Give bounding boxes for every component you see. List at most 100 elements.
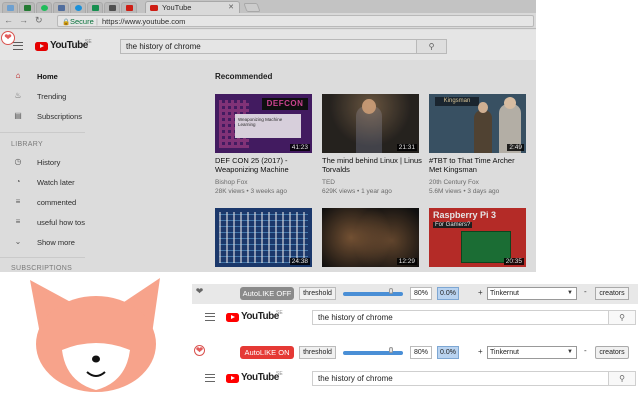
search-button[interactable]: ⚲ xyxy=(417,39,447,54)
video-channel[interactable]: TED xyxy=(322,179,422,187)
new-tab-button[interactable] xyxy=(243,3,261,12)
reload-icon[interactable]: ↻ xyxy=(35,15,43,26)
search-input[interactable]: the history of chrome xyxy=(312,371,609,386)
pinned-tab[interactable] xyxy=(19,2,35,13)
channel-select[interactable]: Tinkernut ▼ xyxy=(487,346,577,359)
tab-favicon xyxy=(24,5,31,11)
autolike-toggle-button[interactable]: AutoLIKE OFF xyxy=(240,287,294,300)
sidebar-item-label: commented xyxy=(37,198,77,207)
sidebar-item-watch-later[interactable]: ◔ Watch later xyxy=(0,175,85,191)
video-channel[interactable]: 20th Century Fox xyxy=(429,179,529,187)
forward-icon[interactable]: → xyxy=(19,15,28,25)
youtube-logo[interactable]: YouTube SE xyxy=(226,371,296,385)
channel-select-value: Tinkernut xyxy=(490,290,519,297)
search-icon: ⚲ xyxy=(619,313,625,322)
heart-icon[interactable]: ❤ xyxy=(194,345,205,356)
fox-mascot xyxy=(30,278,160,392)
logo-country: SE xyxy=(276,371,283,377)
slider-knob[interactable] xyxy=(389,288,393,294)
video-duration: 21:31 xyxy=(396,144,417,151)
browser-toolbar: ← → ↻ 🔒 Secure | https://www.youtube.com xyxy=(0,13,536,29)
library-heading: LIBRARY xyxy=(11,141,43,148)
thumbnail-art xyxy=(504,97,516,109)
creators-button[interactable]: creators xyxy=(595,346,629,359)
history-icon: ◷ xyxy=(14,157,22,166)
youtube-logo[interactable]: YouTube SE xyxy=(35,39,105,53)
threshold-label: threshold xyxy=(299,346,336,359)
menu-icon[interactable] xyxy=(205,313,215,321)
heart-icon[interactable]: ❤ xyxy=(194,286,205,297)
video-stats: 28K views • 3 weeks ago xyxy=(215,188,288,195)
video-thumbnail[interactable]: DEFCON Weaponizing Machine Learning 41:2… xyxy=(215,94,312,153)
caret-down-icon: ▼ xyxy=(567,349,573,355)
threshold-slider[interactable] xyxy=(343,347,403,355)
pinned-tab[interactable] xyxy=(70,2,86,13)
pinned-tab[interactable] xyxy=(104,2,120,13)
home-icon: ⌂ xyxy=(15,71,21,80)
pinned-tab[interactable] xyxy=(87,2,103,13)
slider-knob[interactable] xyxy=(389,347,393,353)
search-button[interactable]: ⚲ xyxy=(609,310,636,325)
video-channel[interactable]: Bishop Fox xyxy=(215,179,315,187)
youtube-play-icon xyxy=(226,313,239,322)
back-icon[interactable]: ← xyxy=(4,15,13,25)
video-title[interactable]: The mind behind Linux | Linus Torvalds xyxy=(322,156,422,174)
video-thumbnail[interactable]: 21:31 xyxy=(322,94,419,153)
sidebar-item-label: Home xyxy=(37,72,58,81)
video-duration: 12:29 xyxy=(396,258,417,265)
tab-favicon xyxy=(109,5,116,11)
thumbnail-text: For Gamers? xyxy=(433,222,473,228)
separator: - xyxy=(584,287,587,296)
sidebar-item-commented[interactable]: ≡ commented xyxy=(0,195,85,211)
close-icon[interactable]: ✕ xyxy=(228,3,234,11)
thumbnail-text: Kingsman xyxy=(435,97,479,106)
video-title[interactable]: DEF CON 25 (2017) - Weaponizing Machine xyxy=(215,156,315,174)
youtube-sidebar: ⌂ Home ♨ Trending ▤ Subscriptions LIBRAR… xyxy=(0,60,85,272)
recommended-feed: Recommended DEFCON Weaponizing Machine L… xyxy=(85,60,536,272)
channel-select[interactable]: Tinkernut ▼ xyxy=(487,287,577,300)
video-duration: 24:38 xyxy=(289,258,310,265)
sidebar-item-history[interactable]: ◷ History xyxy=(0,155,85,171)
secure-label: Secure xyxy=(70,17,94,26)
search-button[interactable]: ⚲ xyxy=(609,371,636,386)
sidebar-item-useful-how-tos[interactable]: ≡ useful how tos xyxy=(0,215,85,231)
video-stats: 5.6M views • 3 days ago xyxy=(429,188,500,195)
browser-screenshot: YouTube ✕ ← → ↻ 🔒 Secure | https://www.y… xyxy=(0,0,536,272)
whatsapp-icon xyxy=(41,5,48,11)
sidebar-item-subscriptions[interactable]: ▤ Subscriptions xyxy=(0,109,85,125)
video-title[interactable]: #TBT to That Time Archer Met Kingsman xyxy=(429,156,529,174)
pinned-tab[interactable] xyxy=(53,2,69,13)
pinned-tab[interactable] xyxy=(2,2,18,13)
heart-icon[interactable]: ❤ xyxy=(1,31,15,45)
sidebar-item-label: Trending xyxy=(37,92,67,101)
search-icon: ⚲ xyxy=(428,42,435,51)
section-title: Recommended xyxy=(215,72,273,81)
pinned-tab[interactable] xyxy=(121,2,137,13)
sidebar-item-trending[interactable]: ♨ Trending xyxy=(0,89,85,105)
video-duration: 2:49 xyxy=(507,144,524,151)
video-thumbnail[interactable]: Raspberry Pi 3 For Gamers? 20:35 xyxy=(429,208,526,267)
current-ratio: 0.0% xyxy=(437,287,459,300)
menu-icon[interactable] xyxy=(205,374,215,382)
creators-button[interactable]: creators xyxy=(595,287,629,300)
menu-icon[interactable] xyxy=(13,42,23,50)
video-thumbnail[interactable]: 12:29 xyxy=(322,208,419,267)
address-bar[interactable]: 🔒 Secure | https://www.youtube.com xyxy=(57,15,534,27)
thumbnail-text: Raspberry Pi 3 xyxy=(433,210,497,220)
sidebar-item-home[interactable]: ⌂ Home xyxy=(0,69,85,85)
pinned-tab[interactable] xyxy=(36,2,52,13)
tab-youtube[interactable]: YouTube ✕ xyxy=(145,1,240,13)
logo-word: YouTube xyxy=(241,311,279,322)
video-thumbnail[interactable]: Kingsman 2:49 xyxy=(429,94,526,153)
tab-favicon xyxy=(58,5,65,11)
search-input[interactable]: the history of chrome xyxy=(312,310,609,325)
autolike-toggle-button[interactable]: AutoLIKE ON xyxy=(240,346,294,359)
threshold-slider[interactable] xyxy=(343,288,403,296)
search-input[interactable]: the history of chrome xyxy=(120,39,417,54)
video-thumbnail[interactable]: 24:38 xyxy=(215,208,312,267)
thumbnail-text: Weaponizing Machine Learning xyxy=(235,114,301,138)
youtube-logo[interactable]: YouTube SE xyxy=(226,310,296,324)
sidebar-item-show-more[interactable]: ⌄ Show more xyxy=(0,235,85,251)
threshold-label: threshold xyxy=(299,287,336,300)
youtube-play-icon xyxy=(226,374,239,383)
